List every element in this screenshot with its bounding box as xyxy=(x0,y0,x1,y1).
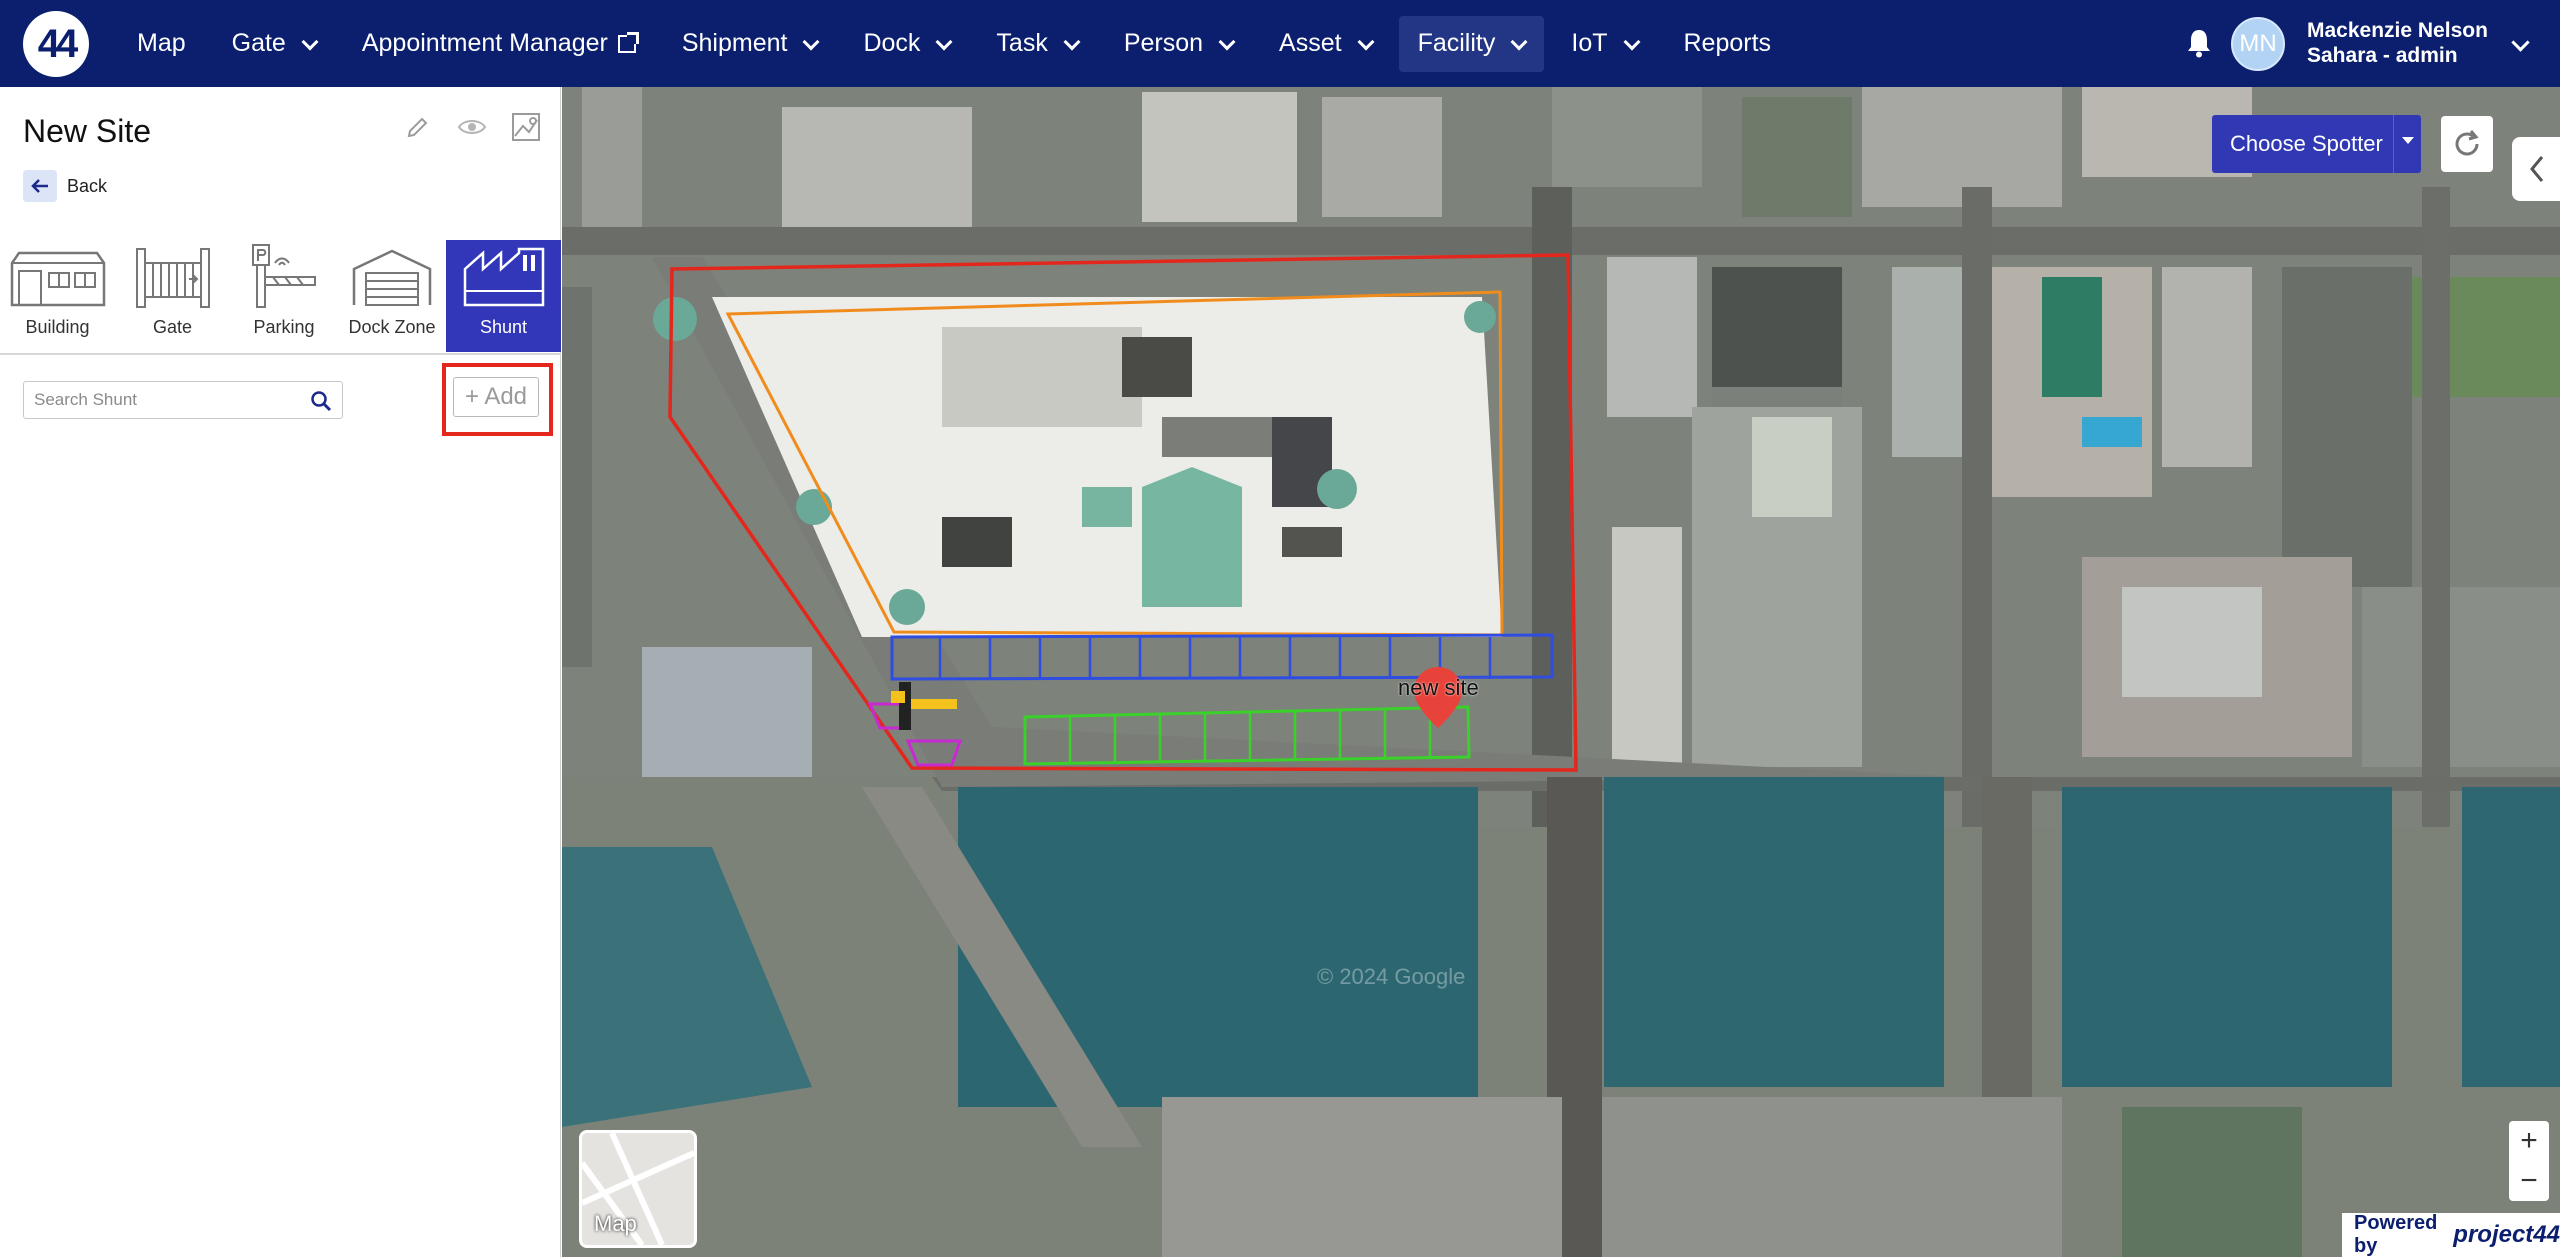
nav-item-facility[interactable]: Facility xyxy=(1398,15,1545,72)
nav-item-task[interactable]: Task xyxy=(977,16,1096,72)
tab-label: Parking xyxy=(253,317,315,337)
back-button[interactable]: Back xyxy=(23,170,107,202)
project44-brand: project44 xyxy=(2453,1221,2560,1248)
search-icon[interactable] xyxy=(310,390,332,417)
element-type-tabs: Building Gate Parking Dock Zone Shunt xyxy=(0,240,561,355)
nav-item-label: Gate xyxy=(231,29,286,57)
chevron-down-icon xyxy=(301,33,319,50)
parking-icon xyxy=(249,243,319,309)
nav-item-label: Person xyxy=(1123,29,1204,57)
nav-item-iot[interactable]: IoT xyxy=(1552,16,1656,72)
tab-gate[interactable]: Gate xyxy=(115,240,230,352)
nav-item-person[interactable]: Person xyxy=(1105,16,1252,72)
back-label: Back xyxy=(67,175,108,196)
user-name[interactable]: Mackenzie Nelson xyxy=(2307,19,2488,43)
tab-building[interactable]: Building xyxy=(0,240,115,352)
search-input[interactable] xyxy=(34,390,294,410)
chevron-left-icon[interactable] xyxy=(2512,137,2560,201)
nav-item-dock[interactable]: Dock xyxy=(844,16,969,72)
zoom-controls: + − xyxy=(2509,1121,2549,1201)
zoom-out-button[interactable]: − xyxy=(2520,1164,2538,1198)
arrow-left-icon xyxy=(23,170,57,202)
tab-label: Shunt xyxy=(479,317,528,337)
shunt-icon xyxy=(461,243,547,309)
nav-item-label: Task xyxy=(996,29,1048,57)
gate-icon xyxy=(133,243,213,309)
chevron-down-icon xyxy=(1063,33,1081,50)
choose-spotter-label: Choose Spotter xyxy=(2230,131,2383,156)
dock-zone-icon xyxy=(350,243,434,309)
nav-item-label: IoT xyxy=(1571,29,1608,57)
map-watermark: © 2024 Google xyxy=(1317,964,1466,989)
nav-menu: Map Gate Appointment Manager Shipment Do… xyxy=(118,0,1798,87)
nav-item-label: Appointment Manager xyxy=(361,29,608,57)
tab-label: Building xyxy=(25,317,90,337)
tab-dock-zone[interactable]: Dock Zone xyxy=(338,240,446,352)
site-editor-panel: New Site Back Building Gate Parking Dock… xyxy=(0,87,561,1257)
search-shunt-field xyxy=(23,381,343,419)
nav-item-label: Facility xyxy=(1417,29,1496,57)
nav-item-map[interactable]: Map xyxy=(118,16,205,72)
map-type-label: Map xyxy=(594,1211,637,1236)
nav-item-label: Dock xyxy=(863,29,921,57)
nav-item-asset[interactable]: Asset xyxy=(1260,16,1391,72)
nav-item-label: Map xyxy=(137,29,186,57)
avatar[interactable]: MN xyxy=(2231,17,2285,71)
zoom-in-button[interactable]: + xyxy=(2520,1124,2538,1158)
edit-pencil-icon[interactable] xyxy=(402,111,434,143)
nav-item-shipment[interactable]: Shipment xyxy=(663,16,837,72)
user-menu-chevron-icon[interactable] xyxy=(2511,33,2530,52)
nav-item-label: Asset xyxy=(1279,29,1342,57)
map-type-toggle[interactable]: Map xyxy=(579,1130,697,1248)
bell-icon[interactable] xyxy=(2184,26,2214,60)
site-marker-label[interactable]: new site xyxy=(1398,675,1479,701)
refresh-icon[interactable] xyxy=(2441,116,2493,172)
nav-item-reports[interactable]: Reports xyxy=(1665,16,1791,72)
project44-logo[interactable]: 44 xyxy=(23,11,89,77)
chevron-down-icon xyxy=(935,33,953,50)
chevron-down-icon xyxy=(1623,33,1640,50)
external-link-icon xyxy=(617,31,639,53)
tab-parking[interactable]: Parking xyxy=(230,240,338,352)
add-shunt-button[interactable]: + Add xyxy=(453,377,539,417)
page-title: New Site xyxy=(23,113,152,149)
nav-item-appointment-manager[interactable]: Appointment Manager xyxy=(343,16,655,72)
building-icon xyxy=(9,243,107,309)
nav-item-gate[interactable]: Gate xyxy=(213,16,335,72)
powered-by-label: Powered by xyxy=(2354,1212,2438,1257)
tab-label: Dock Zone xyxy=(348,317,436,337)
eye-icon[interactable] xyxy=(456,111,488,143)
title-actions xyxy=(402,111,542,143)
map-edit-icon[interactable] xyxy=(510,111,542,143)
satellite-map[interactable]: new site © 2024 Google Choose Spotter Ma… xyxy=(562,87,2560,1257)
chevron-down-icon xyxy=(1218,33,1236,50)
tab-label: Gate xyxy=(152,317,193,337)
powered-by-badge: Powered by project44 xyxy=(2342,1212,2560,1257)
user-role[interactable]: Sahara - admin xyxy=(2307,44,2458,68)
chevron-down-icon xyxy=(802,33,820,50)
caret-down-icon[interactable] xyxy=(2393,115,2421,173)
top-nav: 44 Map Gate Appointment Manager Shipment… xyxy=(0,0,2560,87)
map-imagery xyxy=(562,87,2560,1257)
chevron-down-icon xyxy=(1357,33,1375,50)
nav-item-label: Shipment xyxy=(681,29,788,57)
tab-shunt[interactable]: Shunt xyxy=(446,240,561,352)
choose-spotter-button[interactable]: Choose Spotter xyxy=(2212,115,2421,173)
nav-item-label: Reports xyxy=(1683,29,1772,57)
chevron-down-icon xyxy=(1510,33,1528,50)
